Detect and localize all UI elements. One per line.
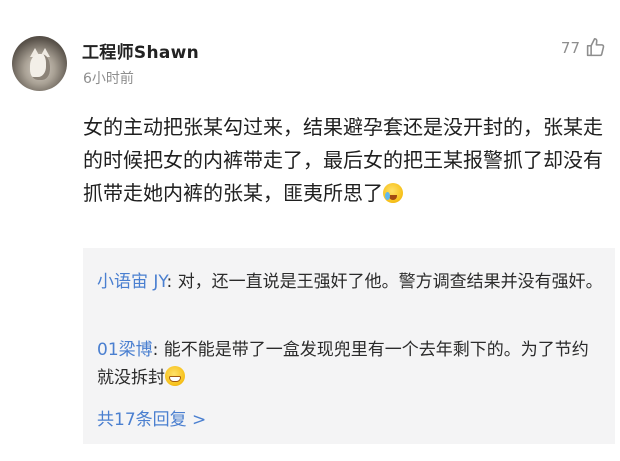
comment-timestamp: 6小时前 bbox=[83, 71, 134, 87]
reply-preview-box[interactable]: 小语宙 JY: 对，还一直说是王强奸了他。警方调查结果并没有强奸。 01梁博: … bbox=[83, 248, 615, 444]
like-button[interactable]: 77 bbox=[561, 37, 606, 58]
thumbs-up-icon bbox=[586, 37, 605, 57]
reply-text: 对，还一直说是王强奸了他。警方调查结果并没有强奸。 bbox=[177, 272, 603, 292]
comment-text: 女的主动把张某勾过来，结果避孕套还是没开封的，张某走的时候把女的内裤带走了，最后… bbox=[83, 115, 603, 205]
crying-laughing-emoji-icon bbox=[383, 183, 403, 203]
like-count: 77 bbox=[560, 38, 580, 57]
reply-item: 小语宙 JY: 对，还一直说是王强奸了他。警方调查结果并没有强奸。 bbox=[97, 272, 603, 292]
view-all-replies-link[interactable]: 共17条回复 > bbox=[97, 405, 206, 430]
commenter-avatar[interactable] bbox=[12, 36, 67, 91]
cat-avatar-icon bbox=[30, 54, 50, 80]
reply-author-link[interactable]: 01梁博 bbox=[97, 340, 153, 360]
grinning-emoji-icon bbox=[165, 366, 185, 386]
reply-author-link[interactable]: 小语宙 JY bbox=[97, 272, 167, 292]
reply-item: 01梁博: 能不能是带了一盒发现兜里有一个去年剩下的。为了节约就没拆封 bbox=[97, 340, 589, 388]
commenter-username[interactable]: 工程师Shawn bbox=[82, 38, 199, 63]
comment-body: 女的主动把张某勾过来，结果避孕套还是没开封的，张某走的时候把女的内裤带走了，最后… bbox=[83, 111, 605, 210]
